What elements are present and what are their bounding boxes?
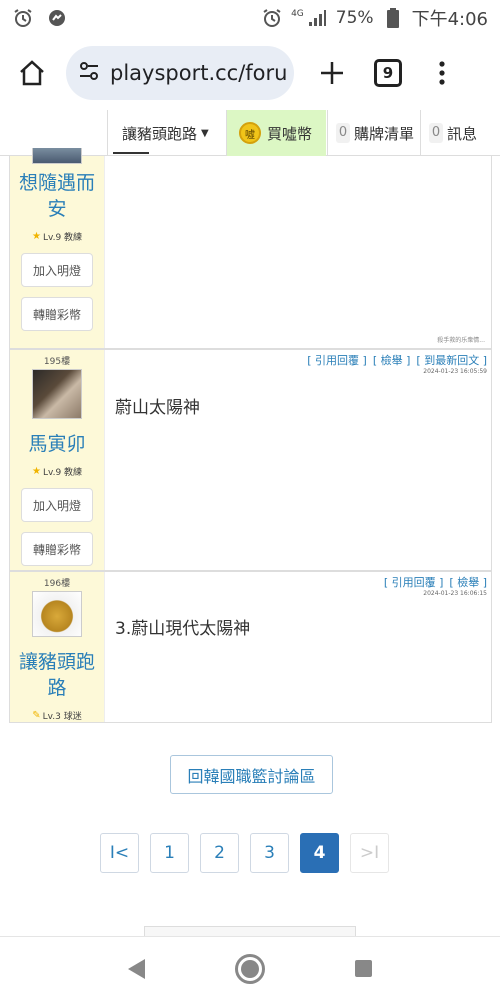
home-icon — [20, 60, 44, 86]
post-body: 3.蔚山現代太陽神 — [115, 619, 251, 639]
level-text: Lv.9 教練 — [42, 468, 83, 478]
url-text: playsport.cc/foru — [110, 61, 288, 85]
gift-coin-button[interactable]: 轉贈彩幣 — [21, 532, 93, 566]
report-link[interactable]: [ 檢舉 ] — [373, 352, 411, 368]
system-nav-bar — [0, 936, 500, 1000]
coin-icon: 噓 — [239, 122, 261, 144]
post: 想隨遇而安 ★ Lv.9 教練 加入明燈 轉贈彩幣 殺手救的乐衆情... — [9, 148, 492, 349]
cart-count: 0 — [336, 123, 350, 143]
msg-count: 0 — [429, 123, 443, 143]
more-menu-button[interactable] — [432, 53, 452, 93]
badge-icon: ✎ — [32, 710, 41, 721]
cart-link[interactable]: 0 購牌清單 — [327, 110, 419, 156]
clock: 下午4:06 — [411, 9, 488, 30]
user-level: ★ Lv.9 教練 — [32, 465, 82, 478]
post: 196樓 讓豬頭跑路 ✎ Lv.3 球迷 [ 引用回覆 ] [ 檢舉 ] 202… — [9, 571, 492, 723]
post-list: 想隨遇而安 ★ Lv.9 教練 加入明燈 轉贈彩幣 殺手救的乐衆情... 195… — [9, 148, 492, 723]
floor-number: 196樓 — [43, 579, 71, 589]
level-text: Lv.9 教練 — [42, 233, 83, 243]
home-circle-icon[interactable] — [235, 953, 265, 984]
new-tab-button[interactable] — [312, 53, 352, 93]
gift-coin-button[interactable]: 轉贈彩幣 — [21, 297, 93, 331]
post-content: [ 引用回覆 ] [ 檢舉 ] [ 到最新回文 ] 2024-01-23 16:… — [105, 350, 491, 570]
latest-reply-link[interactable]: [ 到最新回文 ] — [416, 352, 487, 368]
avatar[interactable] — [32, 148, 82, 164]
user-menu[interactable]: 讓豬頭跑路 ▼ — [107, 110, 225, 156]
quote-reply-link[interactable]: [ 引用回覆 ] — [307, 352, 367, 368]
browser-toolbar: playsport.cc/foru 9 — [0, 36, 500, 110]
post-content: [ 引用回覆 ] [ 檢舉 ] 2024-01-23 16:06:15 3.蔚山… — [105, 572, 491, 722]
author-name[interactable]: 馬寅卯 — [24, 431, 89, 457]
post-actions: [ 引用回覆 ] [ 檢舉 ] [ 到最新回文 ] — [307, 352, 487, 368]
post-content: 殺手救的乐衆情... — [105, 152, 491, 348]
author-column: 196樓 讓豬頭跑路 ✎ Lv.3 球迷 — [10, 572, 105, 722]
tab-switcher-button[interactable]: 9 — [374, 59, 402, 87]
battery-icon — [382, 7, 404, 29]
post-body: 蔚山太陽神 — [115, 398, 200, 418]
site-settings-icon[interactable] — [78, 60, 100, 86]
post-time: 2024-01-23 16:06:15 — [423, 590, 487, 597]
messages-link[interactable]: 0 訊息 — [420, 110, 500, 156]
post-time: 2024-01-23 16:05:59 — [423, 368, 487, 375]
app-notification-icon — [46, 7, 68, 29]
pagination: I< 1 2 3 4 >I — [100, 833, 389, 873]
author-name[interactable]: 讓豬頭跑路 — [10, 649, 104, 701]
back-to-forum-button[interactable]: 回韓國職籃討論區 — [170, 755, 333, 794]
star-icon: ★ — [31, 466, 41, 477]
avatar[interactable] — [32, 591, 82, 637]
buy-coin-button[interactable]: 噓 買噓幣 — [226, 110, 326, 156]
report-link[interactable]: [ 檢舉 ] — [449, 574, 487, 590]
level-text: Lv.3 球迷 — [42, 712, 82, 722]
user-menu-label: 讓豬頭跑路 — [122, 124, 198, 143]
quote-reply-link[interactable]: [ 引用回覆 ] — [384, 574, 444, 590]
plus-icon — [321, 62, 343, 84]
caret-down-icon: ▼ — [201, 127, 209, 139]
page-4-button[interactable]: 4 — [300, 833, 339, 873]
cut-off-text — [113, 152, 149, 156]
author-column: 想隨遇而安 ★ Lv.9 教練 加入明燈 轉贈彩幣 — [10, 148, 105, 348]
user-level: ✎ Lv.3 球迷 — [32, 709, 81, 722]
last-page-button: >I — [350, 833, 389, 873]
home-button[interactable] — [10, 51, 54, 95]
buy-coin-label: 買噓幣 — [267, 124, 313, 143]
add-light-button[interactable]: 加入明燈 — [21, 488, 93, 522]
floor-number: 195樓 — [43, 357, 71, 367]
star-icon: ★ — [31, 231, 41, 242]
signature-note: 殺手救的乐衆情... — [437, 337, 485, 344]
add-light-button[interactable]: 加入明燈 — [21, 253, 93, 287]
status-bar: 4G 75% 下午4:06 — [0, 0, 500, 36]
post: 195樓 馬寅卯 ★ Lv.9 教練 加入明燈 轉贈彩幣 [ 引用回覆 ] [ … — [9, 349, 492, 571]
network-type: 4G — [291, 9, 304, 19]
page-1-button[interactable]: 1 — [150, 833, 189, 873]
page-3-button[interactable]: 3 — [250, 833, 289, 873]
footer-element — [144, 926, 356, 936]
alarm-clock-icon — [261, 7, 283, 29]
first-page-button[interactable]: I< — [100, 833, 139, 873]
author-column: 195樓 馬寅卯 ★ Lv.9 教練 加入明燈 轉贈彩幣 — [10, 350, 105, 570]
messages-label: 訊息 — [447, 124, 478, 143]
back-icon[interactable] — [128, 958, 145, 979]
battery-percent: 75% — [335, 8, 374, 28]
signal-icon — [306, 7, 328, 29]
recent-apps-icon[interactable] — [355, 960, 372, 977]
post-actions: [ 引用回覆 ] [ 檢舉 ] — [384, 574, 487, 590]
page-2-button[interactable]: 2 — [200, 833, 239, 873]
alarm-clock-icon — [12, 7, 34, 29]
user-level: ★ Lv.9 教練 — [32, 230, 82, 243]
cart-label: 購牌清單 — [354, 124, 415, 143]
author-name[interactable]: 想隨遇而安 — [10, 170, 104, 222]
address-bar[interactable]: playsport.cc/foru — [66, 46, 294, 100]
avatar[interactable] — [32, 369, 82, 419]
more-vert-icon — [439, 61, 445, 85]
